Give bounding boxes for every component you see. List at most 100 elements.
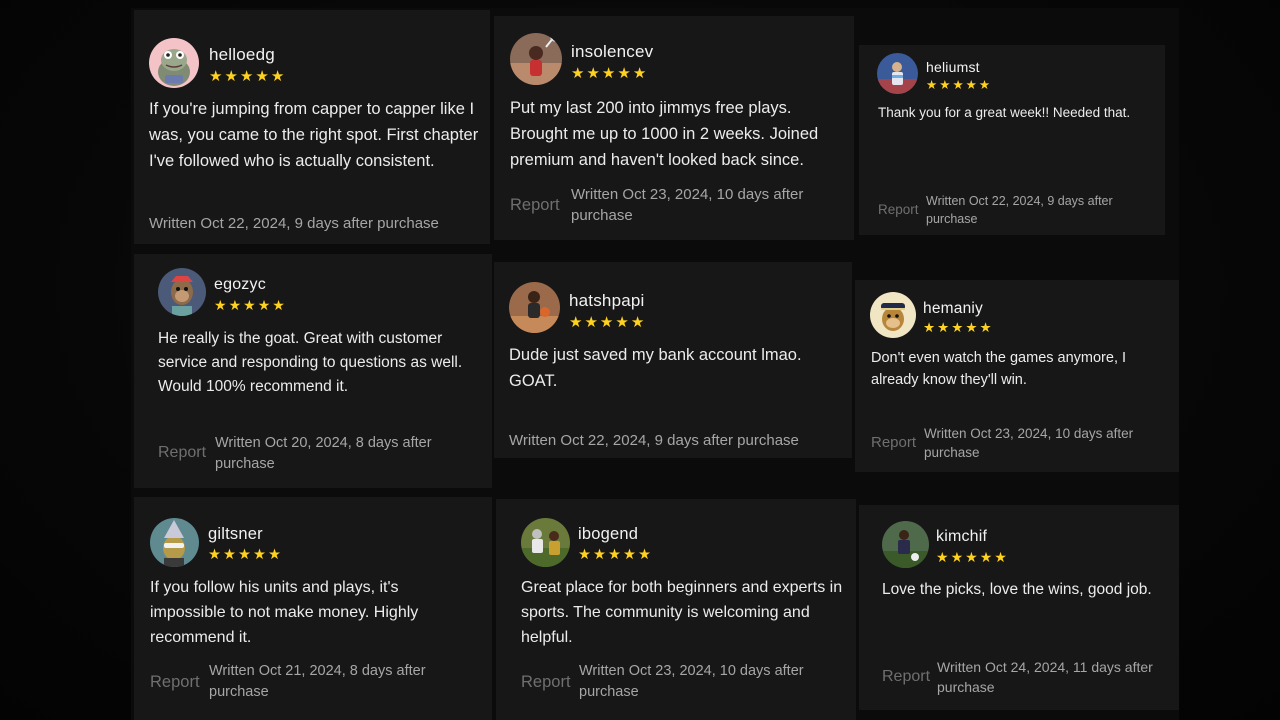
star-icon: ★ bbox=[979, 549, 993, 565]
star-icon: ★ bbox=[257, 297, 271, 313]
star-icon: ★ bbox=[965, 320, 978, 335]
rating-stars: ★ ★ ★ ★ ★ bbox=[209, 69, 284, 84]
review-card: helloedg ★ ★ ★ ★ ★ If you're jumping from ca… bbox=[134, 10, 490, 244]
rating-stars: ★ ★ ★ ★ ★ bbox=[926, 79, 990, 92]
report-link[interactable]: Report bbox=[521, 673, 571, 692]
username[interactable]: hatshpapi bbox=[569, 291, 645, 311]
rating-stars: ★ ★ ★ ★ ★ bbox=[936, 550, 1007, 564]
username[interactable]: egozyc bbox=[214, 276, 266, 294]
star-icon: ★ bbox=[951, 320, 964, 335]
star-icon: ★ bbox=[224, 68, 238, 85]
star-icon: ★ bbox=[937, 320, 950, 335]
written-date: Written Oct 23, 2024, 10 days after purc… bbox=[924, 426, 1134, 460]
ape-sailor-cartoon-avatar-icon bbox=[870, 292, 916, 338]
star-icon: ★ bbox=[978, 78, 991, 92]
ape-wizard-cartoon-avatar-icon bbox=[150, 518, 199, 567]
report-link[interactable]: Report bbox=[882, 668, 930, 686]
frog-cartoon-avatar-icon bbox=[149, 38, 199, 88]
star-icon: ★ bbox=[939, 78, 951, 92]
star-icon: ★ bbox=[623, 547, 636, 563]
review-text: Put my last 200 into jimmys free plays. … bbox=[510, 99, 819, 169]
review-card: hatshpapi ★ ★ ★ ★ ★ Dude just saved my bank … bbox=[494, 262, 852, 458]
star-icon: ★ bbox=[238, 547, 251, 563]
report-link[interactable]: Report bbox=[510, 196, 560, 215]
star-icon: ★ bbox=[584, 314, 598, 331]
username[interactable]: hemaniy bbox=[923, 300, 983, 318]
star-icon: ★ bbox=[601, 65, 616, 82]
username[interactable]: helloedg bbox=[209, 45, 275, 65]
star-icon: ★ bbox=[243, 297, 256, 313]
username[interactable]: ibogend bbox=[578, 525, 638, 544]
star-icon: ★ bbox=[615, 314, 629, 331]
star-icon: ★ bbox=[965, 549, 978, 565]
star-icon: ★ bbox=[994, 549, 1007, 565]
star-icon: ★ bbox=[569, 314, 583, 331]
report-link[interactable]: Report bbox=[158, 444, 206, 462]
star-icon: ★ bbox=[926, 78, 938, 92]
star-icon: ★ bbox=[208, 547, 221, 563]
review-text: If you follow his units and plays, it's … bbox=[150, 579, 419, 646]
review-card: kimchif ★ ★ ★ ★ ★ Love the picks, love the w… bbox=[859, 505, 1179, 710]
football-players-photo-avatar-icon bbox=[521, 518, 570, 567]
star-icon: ★ bbox=[578, 547, 591, 563]
report-link[interactable]: Report bbox=[150, 673, 200, 692]
review-text: Thank you for a great week!! Needed that… bbox=[878, 105, 1131, 120]
star-icon: ★ bbox=[209, 68, 223, 85]
star-icon: ★ bbox=[599, 314, 614, 331]
star-icon: ★ bbox=[272, 297, 285, 313]
star-icon: ★ bbox=[270, 68, 285, 85]
rating-stars: ★ ★ ★ ★ ★ bbox=[214, 298, 285, 312]
username[interactable]: heliumst bbox=[926, 59, 980, 75]
report-link[interactable]: Report bbox=[871, 434, 916, 451]
star-icon: ★ bbox=[936, 549, 949, 565]
review-text: Don't even watch the games anymore, I al… bbox=[871, 350, 1127, 388]
star-icon: ★ bbox=[923, 320, 936, 335]
star-icon: ★ bbox=[268, 547, 281, 563]
review-card: heliumst ★ ★ ★ ★ ★ Thank you for a great wee… bbox=[859, 45, 1165, 235]
soccer-players-photo-avatar-icon bbox=[882, 521, 929, 568]
review-text: Love the picks, love the wins, good job. bbox=[882, 581, 1152, 598]
star-icon: ★ bbox=[952, 78, 964, 92]
star-icon: ★ bbox=[586, 65, 600, 82]
tennis-player-photo-avatar-icon bbox=[510, 33, 562, 85]
star-icon: ★ bbox=[255, 68, 269, 85]
written-date: Written Oct 22, 2024, 9 days after purch… bbox=[509, 432, 799, 449]
username[interactable]: giltsner bbox=[208, 525, 263, 544]
star-icon: ★ bbox=[228, 297, 242, 313]
review-card: insolencev ★ ★ ★ ★ ★ Put my last 200 into ji… bbox=[494, 16, 854, 240]
star-icon: ★ bbox=[253, 547, 266, 563]
username[interactable]: insolencev bbox=[571, 42, 653, 62]
review-text: Great place for both beginners and exper… bbox=[521, 579, 843, 646]
review-card: egozyc ★ ★ ★ ★ ★ He really is the goat. Grea… bbox=[134, 254, 492, 488]
star-icon: ★ bbox=[571, 65, 585, 82]
rating-stars: ★ ★ ★ ★ ★ bbox=[571, 66, 646, 81]
rating-stars: ★ ★ ★ ★ ★ bbox=[208, 548, 281, 563]
rating-stars: ★ ★ ★ ★ ★ bbox=[578, 548, 651, 563]
star-icon: ★ bbox=[214, 297, 227, 313]
basketball-player-photo-avatar-icon bbox=[509, 282, 560, 333]
review-text: He really is the goat. Great with custom… bbox=[158, 330, 463, 395]
review-card: ibogend ★ ★ ★ ★ ★ Great place for both begin… bbox=[496, 499, 856, 720]
username[interactable]: kimchif bbox=[936, 528, 987, 546]
star-icon: ★ bbox=[593, 547, 606, 563]
written-date: Written Oct 22, 2024, 9 days after purch… bbox=[149, 215, 439, 232]
written-date: Written Oct 22, 2024, 9 days after purch… bbox=[926, 194, 1113, 226]
star-icon: ★ bbox=[630, 314, 645, 331]
review-card: hemaniy ★ ★ ★ ★ ★ Don't even watch the games… bbox=[855, 280, 1179, 472]
written-date: Written Oct 23, 2024, 10 days after purc… bbox=[579, 663, 804, 700]
star-icon: ★ bbox=[223, 547, 236, 563]
rating-stars: ★ ★ ★ ★ ★ bbox=[923, 321, 992, 335]
written-date: Written Oct 20, 2024, 8 days after purch… bbox=[215, 435, 432, 472]
review-text: Dude just saved my bank account lmao. GO… bbox=[509, 346, 802, 390]
written-date: Written Oct 23, 2024, 10 days after purc… bbox=[571, 186, 804, 224]
star-icon: ★ bbox=[950, 549, 964, 565]
report-link[interactable]: Report bbox=[878, 202, 919, 217]
star-icon: ★ bbox=[979, 320, 992, 335]
soccer-player-photo-avatar-icon bbox=[877, 53, 918, 94]
star-icon: ★ bbox=[617, 65, 631, 82]
review-text: If you're jumping from capper to capper … bbox=[149, 100, 479, 170]
star-icon: ★ bbox=[608, 547, 621, 563]
star-icon: ★ bbox=[638, 547, 651, 563]
star-icon: ★ bbox=[632, 65, 647, 82]
star-icon: ★ bbox=[239, 68, 254, 85]
